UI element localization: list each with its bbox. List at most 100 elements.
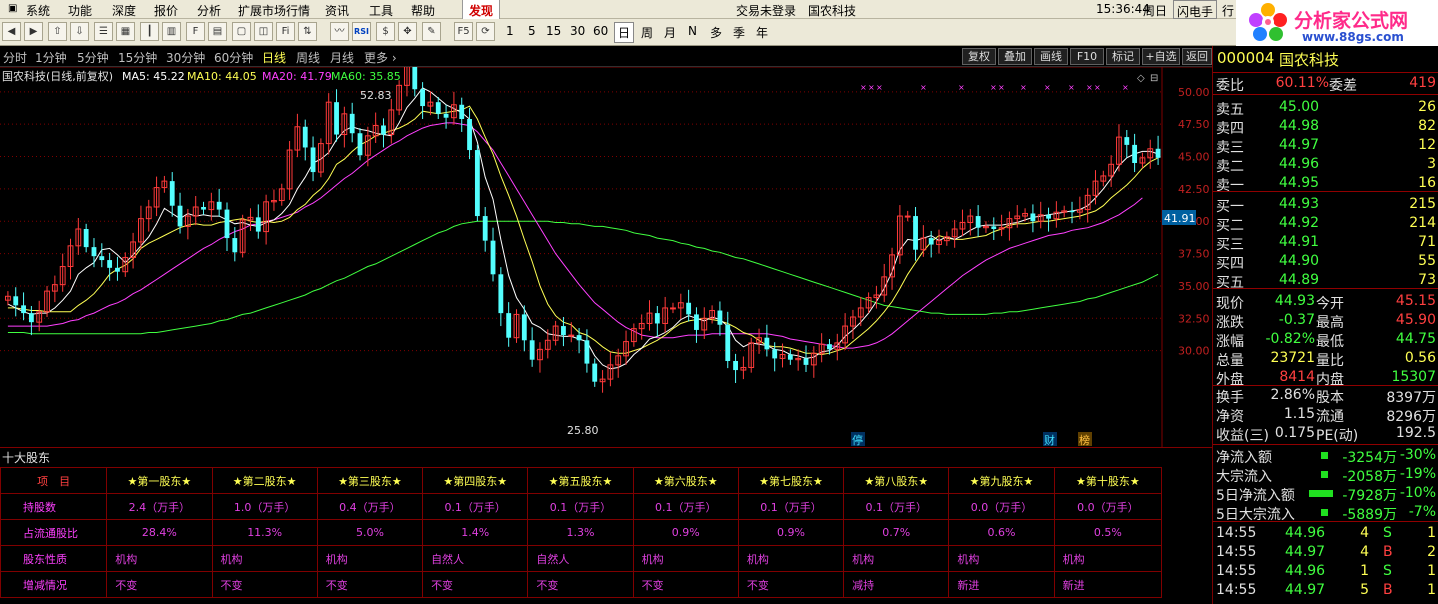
menu-item-function[interactable]: 功能 bbox=[68, 2, 92, 19]
cell-value: 不变 bbox=[632, 571, 739, 598]
stats-label: 换手 bbox=[1216, 390, 1244, 406]
rsi-icon[interactable]: RSI bbox=[352, 22, 371, 41]
tab-60min[interactable]: 60分钟 bbox=[214, 49, 253, 66]
fund-flow-row: 大宗流入 -2058万 -19% bbox=[1213, 465, 1438, 485]
site-logo: 分析家公式网 www.88gs.com bbox=[1236, 0, 1438, 46]
menu-bar: ▣ 系统 功能 深度 报价 分析 扩展市场行情 资讯 工具 帮助 发现 交易未登… bbox=[0, 0, 1438, 19]
down-arrow-icon[interactable]: ⇩ bbox=[70, 22, 89, 41]
grid-icon[interactable]: ▦ bbox=[116, 22, 135, 41]
tab-30min[interactable]: 30分钟 bbox=[166, 49, 205, 66]
up-arrow-icon[interactable]: ⇧ bbox=[48, 22, 67, 41]
menu-item-extended-market[interactable]: 扩展市场行情 bbox=[238, 2, 310, 19]
trade-login-status[interactable]: 交易未登录 bbox=[736, 2, 796, 19]
collapse-icon[interactable]: ⊟ bbox=[1150, 73, 1158, 84]
f5-icon[interactable]: F5 bbox=[454, 22, 473, 41]
menu-item-news[interactable]: 资讯 bbox=[325, 2, 349, 19]
tab-1min[interactable]: 1分钟 bbox=[35, 49, 67, 66]
stats-row: 收益(三) 0.175 PE(动) 192.5 bbox=[1213, 424, 1438, 444]
period-season[interactable]: 季 bbox=[733, 24, 745, 41]
cell-value: 机构 bbox=[316, 545, 424, 572]
tick-price: 44.97 bbox=[1285, 582, 1326, 598]
mark-button[interactable]: 标记 bbox=[1106, 48, 1140, 65]
overlay-button[interactable]: 叠加 bbox=[998, 48, 1032, 65]
move-icon[interactable]: ✥ bbox=[398, 22, 417, 41]
candle-body bbox=[733, 361, 738, 371]
pencil-icon[interactable]: ✎ bbox=[422, 22, 441, 41]
period-week[interactable]: 周 bbox=[641, 24, 653, 41]
menu-item-quote[interactable]: 报价 bbox=[154, 2, 178, 19]
period-1min[interactable]: 1 bbox=[506, 24, 514, 38]
fund-flow-pct: -7% bbox=[1408, 504, 1436, 520]
tab-daily[interactable]: 日线 bbox=[262, 49, 286, 66]
event-marker: × bbox=[860, 83, 867, 92]
candle-body bbox=[255, 217, 261, 232]
level-volume: 71 bbox=[1418, 234, 1436, 250]
logo-title: 分析家公式网 bbox=[1294, 10, 1409, 32]
fio-icon[interactable]: F bbox=[186, 22, 205, 41]
period-day[interactable]: 日 bbox=[614, 22, 635, 43]
table-icon[interactable]: ▤ bbox=[208, 22, 227, 41]
period-15min[interactable]: 15 bbox=[546, 24, 561, 38]
fuquan-button[interactable]: 复权 bbox=[962, 48, 996, 65]
quote-label: 涨幅 bbox=[1216, 334, 1244, 350]
forward-arrow-icon[interactable]: ▶ bbox=[24, 22, 43, 41]
tab-monthly[interactable]: 月线 bbox=[330, 49, 354, 66]
tab-15min[interactable]: 15分钟 bbox=[118, 49, 157, 66]
tab-5min[interactable]: 5分钟 bbox=[77, 49, 109, 66]
period-60min[interactable]: 60 bbox=[593, 24, 608, 38]
period-month[interactable]: 月 bbox=[664, 24, 676, 41]
period-n[interactable]: N bbox=[688, 24, 697, 38]
cell-value: 不变 bbox=[316, 571, 424, 598]
cell-value: 不变 bbox=[527, 571, 634, 598]
cell-value: 不变 bbox=[211, 571, 318, 598]
level-price: 44.92 bbox=[1279, 215, 1320, 231]
candle-body bbox=[928, 238, 934, 245]
event-marker: × bbox=[1122, 83, 1129, 92]
candle-body bbox=[592, 363, 598, 382]
draw-line-button[interactable]: 画线 bbox=[1034, 48, 1068, 65]
menu-item-system[interactable]: 系统 bbox=[26, 2, 50, 19]
sort-icon[interactable]: ⇅ bbox=[298, 22, 317, 41]
y-tick-label: 45.00 bbox=[1178, 151, 1210, 164]
add-watchlist-button[interactable]: +自选 bbox=[1142, 48, 1180, 65]
list-icon[interactable]: ☰ bbox=[94, 22, 113, 41]
app-menu-icon[interactable]: ▣ bbox=[8, 3, 17, 14]
layout-icon[interactable]: ◫ bbox=[254, 22, 273, 41]
event-marker: × bbox=[1086, 83, 1093, 92]
back-arrow-icon[interactable]: ◀ bbox=[2, 22, 21, 41]
tab-intraday[interactable]: 分时 bbox=[3, 49, 27, 66]
flash-trade-button[interactable]: 闪电手 bbox=[1173, 0, 1218, 19]
fin-icon[interactable]: Fi bbox=[276, 22, 295, 41]
dollar-icon[interactable]: $ bbox=[376, 22, 395, 41]
discover-button[interactable]: 发现 bbox=[462, 0, 501, 19]
level-label: 卖四 bbox=[1216, 121, 1244, 137]
tab-weekly[interactable]: 周线 bbox=[296, 49, 320, 66]
menu-item-analysis[interactable]: 分析 bbox=[197, 2, 221, 19]
stats-label: 净资 bbox=[1216, 409, 1244, 425]
window-icon[interactable]: ▢ bbox=[232, 22, 251, 41]
menu-item-tools[interactable]: 工具 bbox=[369, 2, 393, 19]
menu-item-depth[interactable]: 深度 bbox=[112, 2, 136, 19]
f10-button[interactable]: F10 bbox=[1070, 48, 1104, 65]
diamond-icon[interactable]: ◇ bbox=[1137, 73, 1145, 84]
cell-value: 0.1（万手） bbox=[632, 493, 739, 520]
tab-more[interactable]: 更多 › bbox=[364, 49, 397, 66]
return-button[interactable]: 返回 bbox=[1182, 48, 1212, 65]
refresh-icon[interactable]: ⟳ bbox=[476, 22, 495, 41]
menu-item-help[interactable]: 帮助 bbox=[411, 2, 435, 19]
period-5min[interactable]: 5 bbox=[528, 24, 536, 38]
tick-time: 14:55 bbox=[1216, 544, 1257, 560]
indicator-icon[interactable]: 〰 bbox=[330, 22, 349, 41]
bid-level-2: 买二 44.92 214 bbox=[1213, 214, 1438, 234]
kline-chart[interactable]: 30.0032.5035.0037.5040.0042.5045.0047.50… bbox=[0, 67, 1212, 447]
quote-panel: 000004 国农科技 委比 60.11% 委差 419 卖五 45.00 26 卖四… bbox=[1212, 46, 1438, 604]
period-year[interactable]: 年 bbox=[756, 24, 768, 41]
period-multi[interactable]: 多 bbox=[710, 24, 722, 41]
max-price-label: 52.83 bbox=[360, 89, 392, 102]
fund-flow-row: 净流入额 -3254万 -30% bbox=[1213, 446, 1438, 466]
kline-icon[interactable]: ┃ bbox=[140, 22, 159, 41]
period-30min[interactable]: 30 bbox=[570, 24, 585, 38]
bars-icon[interactable]: ▥ bbox=[162, 22, 181, 41]
candle-body bbox=[177, 205, 183, 227]
menu-more[interactable]: 行 bbox=[1222, 2, 1234, 19]
